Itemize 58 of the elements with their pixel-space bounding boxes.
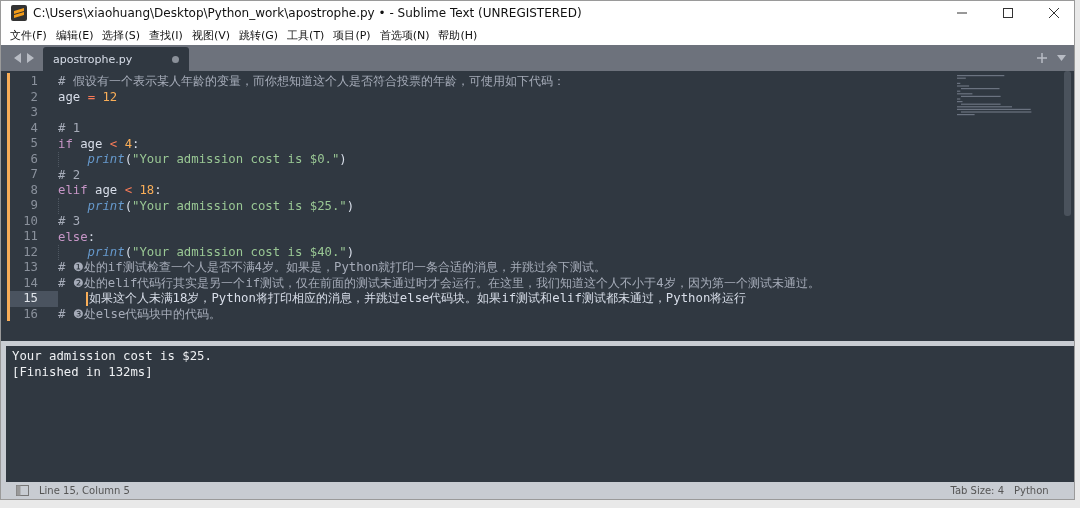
line-number: 10: [22, 213, 39, 229]
output-line: [Finished in 132ms]: [12, 365, 154, 381]
menu-item[interactable]: 编辑(E): [55, 27, 94, 43]
cursor-position: Line 15, Column 5: [39, 485, 130, 496]
code-line: # 假设有一个表示某人年龄的变量，而你想知道这个人是否符合投票的年龄，可使用如下代码：: [58, 73, 565, 91]
code-line: # ❸处else代码块中的代码。: [58, 305, 222, 323]
code-line: if age < 4:: [58, 136, 140, 151]
menu-item[interactable]: 跳转(G): [239, 27, 279, 43]
close-icon[interactable]: [1048, 7, 1060, 19]
maximize-icon[interactable]: [1002, 7, 1014, 19]
menu-item[interactable]: 项目(P): [333, 27, 371, 43]
line-number: 14: [22, 275, 39, 291]
syntax-selector[interactable]: Python: [1014, 485, 1074, 496]
line-number: 9: [29, 198, 39, 214]
app-icon: [11, 5, 27, 21]
panel-toggle-icon[interactable]: [16, 485, 29, 496]
line-number: 6: [29, 151, 39, 167]
menu-item[interactable]: 查找(I): [149, 27, 183, 43]
tab-size[interactable]: Tab Size: 4: [950, 485, 1004, 496]
menu-item[interactable]: 工具(T): [287, 27, 325, 43]
line-number: 12: [22, 244, 39, 260]
code-line: else:: [58, 229, 96, 244]
line-number: 8: [29, 182, 39, 198]
menu-item[interactable]: 选择(S): [102, 27, 141, 43]
output-line: Your admission cost is $25.: [12, 349, 213, 365]
line-number: 3: [29, 105, 39, 121]
code-line: print("Your admission cost is $25."): [87, 198, 355, 213]
code-line: print("Your admission cost is $40."): [87, 245, 355, 260]
line-number: 1: [29, 74, 39, 90]
code-line: print("Your admission cost is $0."): [87, 152, 347, 167]
code-line: 如果这个人未满18岁，Python将打印相应的消息，并跳过else代码块。如果if测试和elif测试都未通过，Python将运行: [88, 290, 747, 308]
line-number: 11: [22, 229, 39, 245]
plus-icon[interactable]: [1037, 53, 1047, 63]
line-number: 4: [29, 120, 39, 136]
menu-item[interactable]: 视图(V): [191, 27, 230, 43]
code-line: # ❶处的if测试检查一个人是否不满4岁。如果是，Python就打印一条合适的消息，并跳过余下测试。: [58, 259, 607, 277]
code-line: # 1: [58, 121, 81, 136]
code-line: elif age < 18:: [58, 183, 162, 198]
menu-item[interactable]: 文件(F): [10, 27, 47, 43]
file-tab[interactable]: apostrophe.py: [43, 47, 189, 71]
line-number: 5: [29, 136, 39, 152]
line-number: 15: [10, 291, 58, 307]
scrollbar[interactable]: [1064, 71, 1071, 216]
line-number: 13: [22, 260, 39, 276]
line-number: 7: [29, 167, 39, 183]
code-line: # ❷处的elif代码行其实是另一个if测试，仅在前面的测试未通过时才会运行。在这里，我们知道这个人不小于4岁，因为第一个测试未通过。: [58, 274, 820, 292]
tab-arrows-icon[interactable]: [13, 53, 35, 63]
unsaved-dot-icon: [172, 55, 179, 63]
menu-item[interactable]: 帮助(H): [438, 27, 478, 43]
dropdown-caret-icon[interactable]: [1057, 55, 1066, 61]
window-title: C:\Users\xiaohuang\Desktop\Python_work\apostrophe.py • - Sublime Text (UNREGISTERED): [33, 6, 582, 20]
line-number: 16: [22, 306, 39, 322]
code-line: # 2: [58, 167, 81, 182]
menu-item[interactable]: 首选项(N): [379, 27, 430, 43]
code-line: # 3: [58, 214, 81, 229]
text-cursor: [85, 291, 88, 306]
code-line: age = 12: [58, 90, 118, 105]
line-number: 2: [29, 89, 39, 105]
